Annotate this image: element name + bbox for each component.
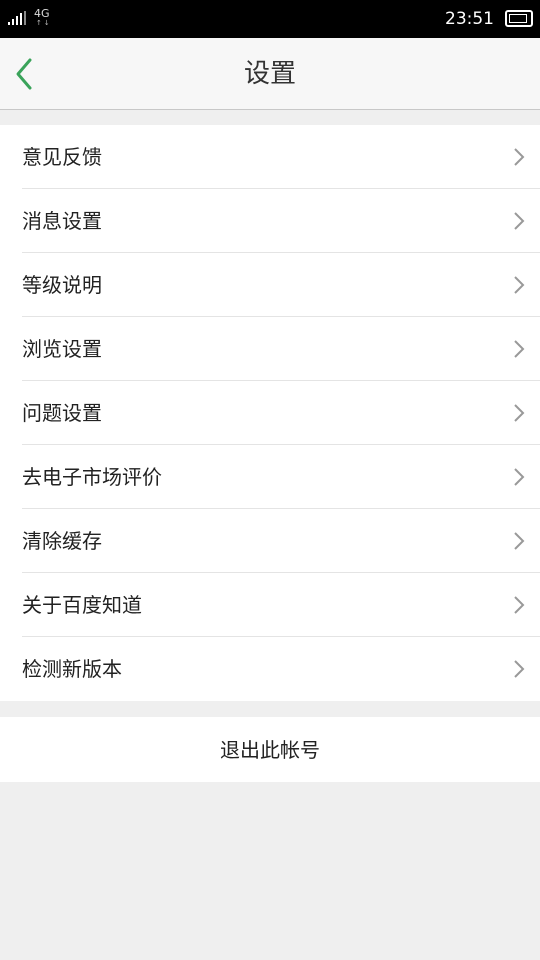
chevron-right-icon: [514, 148, 525, 166]
menu-item-browse-settings[interactable]: 浏览设置: [0, 317, 540, 381]
chevron-right-icon: [514, 532, 525, 550]
menu-item-label: 意见反馈: [22, 145, 102, 169]
menu-item-clear-cache[interactable]: 清除缓存: [0, 509, 540, 573]
menu-item-label: 检测新版本: [22, 657, 122, 681]
menu-item-label: 问题设置: [22, 401, 102, 425]
signal-bars-icon: [8, 11, 26, 25]
menu-item-label: 关于百度知道: [22, 593, 142, 617]
menu-item-label: 消息设置: [22, 209, 102, 233]
menu-item-question-settings[interactable]: 问题设置: [0, 381, 540, 445]
logout-button[interactable]: 退出此帐号: [0, 717, 540, 782]
menu-item-about[interactable]: 关于百度知道: [0, 573, 540, 637]
menu-item-message-settings[interactable]: 消息设置: [0, 189, 540, 253]
menu-item-label: 浏览设置: [22, 337, 102, 361]
page-title: 设置: [243, 59, 296, 89]
menu-item-label: 去电子市场评价: [22, 465, 162, 489]
menu-item-rate-app[interactable]: 去电子市场评价: [0, 445, 540, 509]
chevron-right-icon: [514, 340, 525, 358]
status-bar: 4G ↑↓ 23:51: [0, 0, 540, 38]
chevron-right-icon: [514, 468, 525, 486]
menu-item-feedback[interactable]: 意见反馈: [0, 125, 540, 189]
logout-label: 退出此帐号: [220, 738, 320, 762]
status-time: 23:51: [445, 9, 494, 29]
settings-list: 意见反馈 消息设置 等级说明 浏览设置 问题设置 去电子市场评价 清除缓存 关于…: [0, 125, 540, 701]
chevron-right-icon: [514, 596, 525, 614]
chevron-right-icon: [514, 404, 525, 422]
chevron-right-icon: [514, 660, 525, 678]
chevron-right-icon: [514, 276, 525, 294]
battery-icon: [505, 10, 533, 27]
menu-item-label: 清除缓存: [22, 529, 102, 553]
chevron-right-icon: [514, 212, 525, 230]
menu-item-check-update[interactable]: 检测新版本: [0, 637, 540, 701]
menu-item-level-info[interactable]: 等级说明: [0, 253, 540, 317]
network-type: 4G: [34, 7, 50, 20]
nav-bar: 设置: [0, 38, 540, 110]
menu-item-label: 等级说明: [22, 273, 102, 297]
network-activity-icon: ↑↓: [36, 19, 52, 27]
